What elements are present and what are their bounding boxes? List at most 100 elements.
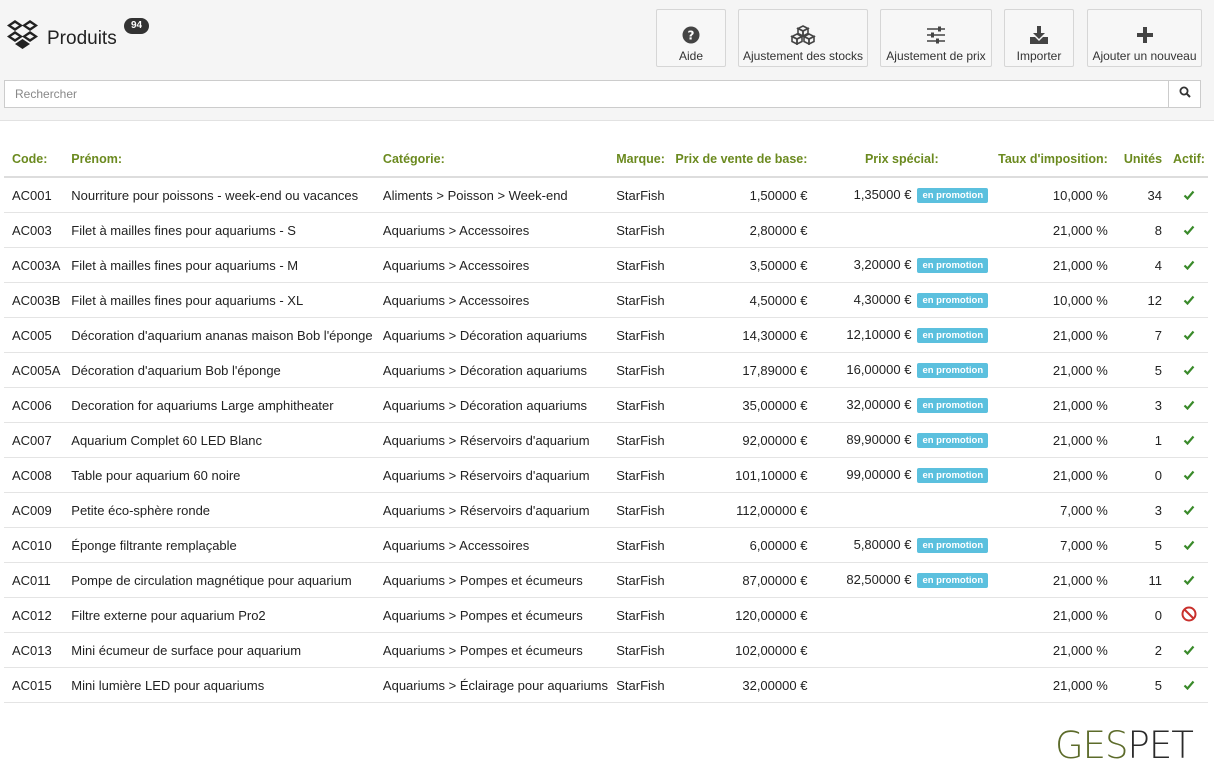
cell-active[interactable] — [1170, 492, 1208, 528]
special-price-value: 4,30000 € — [853, 291, 912, 307]
check-icon — [1183, 573, 1195, 588]
col-header-special-price[interactable]: Prix spécial: — [815, 142, 989, 178]
cell-special-price: 3,20000 € en promotion — [815, 247, 989, 283]
col-header-name[interactable]: Prénom: — [63, 142, 375, 178]
cell-base-price: 32,00000 € — [667, 667, 816, 703]
special-price-value: 1,35000 € — [853, 186, 912, 202]
cell-code: AC003 — [4, 212, 64, 248]
cell-special-price: 16,00000 € en promotion — [815, 352, 989, 388]
cell-active[interactable] — [1170, 282, 1208, 318]
add-new-button[interactable]: Ajouter un nouveau — [1087, 9, 1202, 67]
cell-active[interactable] — [1170, 212, 1208, 248]
table-row[interactable]: AC013 Mini écumeur de surface pour aquari… — [4, 632, 1208, 668]
plus-icon — [1136, 25, 1153, 45]
promo-badge: en promotion — [917, 398, 989, 414]
cell-active[interactable] — [1170, 562, 1208, 598]
cell-active[interactable] — [1170, 177, 1208, 213]
cell-code: AC013 — [4, 632, 64, 668]
cell-active[interactable] — [1170, 597, 1208, 633]
table-row[interactable]: AC006 Decoration for aquariums Large amph… — [4, 387, 1208, 423]
col-header-base-price[interactable]: Prix de vente de base: — [667, 142, 816, 178]
cell-category: Aquariums > Décoration aquariums — [374, 352, 609, 388]
table-row[interactable]: AC003B Filet à mailles fines pour aquariu… — [4, 282, 1208, 318]
cell-brand: StarFish — [608, 282, 668, 318]
table-header-row: Code: Prénom: Catégorie: Marque: Prix de… — [4, 142, 1208, 178]
check-icon — [1183, 398, 1195, 413]
cell-brand: StarFish — [608, 667, 668, 703]
col-header-code[interactable]: Code: — [4, 142, 64, 178]
cell-base-price: 112,00000 € — [667, 492, 816, 528]
cell-base-price: 92,00000 € — [667, 422, 816, 458]
help-button[interactable]: ? Aide — [656, 9, 726, 67]
check-icon — [1183, 328, 1195, 343]
download-icon — [1029, 25, 1049, 45]
price-adjust-label: Ajustement de prix — [886, 49, 986, 63]
cell-active[interactable] — [1170, 387, 1208, 423]
cell-units: 11 — [1115, 562, 1171, 598]
svg-text:?: ? — [688, 29, 695, 43]
cell-active[interactable] — [1170, 422, 1208, 458]
check-icon — [1183, 643, 1195, 658]
search-button[interactable] — [1168, 81, 1200, 107]
dropbox-icon — [6, 18, 39, 55]
table-row[interactable]: AC012 Filtre externe pour aquarium Pro2 Aq… — [4, 597, 1208, 633]
cell-special-price — [815, 597, 989, 633]
products-table: Code: Prénom: Catégorie: Marque: Prix de… — [4, 142, 1208, 703]
cell-tax: 10,000 % — [988, 282, 1116, 318]
stock-adjust-button[interactable]: Ajustement des stocks — [738, 9, 868, 67]
cell-category: Aquariums > Décoration aquariums — [374, 387, 609, 423]
table-row[interactable]: AC010 Éponge filtrante remplaçable Aquariu… — [4, 527, 1208, 563]
cell-active[interactable] — [1170, 457, 1208, 493]
cell-active[interactable] — [1170, 247, 1208, 283]
cell-tax: 21,000 % — [988, 562, 1116, 598]
table-row[interactable]: AC015 Mini lumière LED pour aquariums Aqua… — [4, 667, 1208, 703]
cell-code: AC015 — [4, 667, 64, 703]
logo-text-pet: PET — [1127, 724, 1194, 767]
table-row[interactable]: AC009 Petite éco-sphère ronde Aquariums > … — [4, 492, 1208, 528]
search-input[interactable] — [5, 81, 1171, 107]
cell-tax: 21,000 % — [988, 422, 1116, 458]
col-header-category[interactable]: Catégorie: — [374, 142, 609, 178]
table-row[interactable]: AC003 Filet à mailles fines pour aquarium… — [4, 212, 1208, 248]
cell-category: Aquariums > Pompes et écumeurs — [374, 562, 609, 598]
table-row[interactable]: AC001 Nourriture pour poissons - week-end… — [4, 177, 1208, 213]
cell-active[interactable] — [1170, 667, 1208, 703]
cell-category: Aquariums > Pompes et écumeurs — [374, 632, 609, 668]
cell-units: 3 — [1115, 387, 1171, 423]
special-price-value: 32,00000 € — [846, 396, 912, 412]
table-row[interactable]: AC005 Décoration d'aquarium ananas maison… — [4, 317, 1208, 353]
import-button[interactable]: Importer — [1004, 9, 1074, 67]
cell-code: AC005 — [4, 317, 64, 353]
cell-brand: StarFish — [608, 247, 668, 283]
table-row[interactable]: AC007 Aquarium Complet 60 LED Blanc Aquari… — [4, 422, 1208, 458]
table-row[interactable]: AC003A Filet à mailles fines pour aquariu… — [4, 247, 1208, 283]
cell-units: 7 — [1115, 317, 1171, 353]
stock-adjust-label: Ajustement des stocks — [742, 49, 864, 63]
cell-active[interactable] — [1170, 352, 1208, 388]
cell-category: Aliments > Poisson > Week-end — [374, 177, 609, 213]
cell-name: Decoration for aquariums Large amphithea… — [63, 387, 375, 423]
special-price-value: 99,00000 € — [846, 466, 912, 482]
cell-special-price — [815, 492, 989, 528]
col-header-active[interactable]: Actif: — [1170, 142, 1208, 178]
col-header-units[interactable]: Unités — [1115, 142, 1171, 178]
price-adjust-button[interactable]: Ajustement de prix — [880, 9, 992, 67]
cell-active[interactable] — [1170, 317, 1208, 353]
cell-units: 5 — [1115, 527, 1171, 563]
table-row[interactable]: AC005A Décoration d'aquarium Bob l'éponge… — [4, 352, 1208, 388]
cell-active[interactable] — [1170, 632, 1208, 668]
cell-brand: StarFish — [608, 632, 668, 668]
cell-category: Aquariums > Pompes et écumeurs — [374, 597, 609, 633]
table-row[interactable]: AC008 Table pour aquarium 60 noire Aquariu… — [4, 457, 1208, 493]
table-row[interactable]: AC011 Pompe de circulation magnétique pou… — [4, 562, 1208, 598]
special-price-value: 16,00000 € — [846, 361, 912, 377]
cell-category: Aquariums > Accessoires — [374, 527, 609, 563]
col-header-brand[interactable]: Marque: — [608, 142, 668, 178]
cell-active[interactable] — [1170, 527, 1208, 563]
cell-code: AC007 — [4, 422, 64, 458]
col-header-tax[interactable]: Taux d'imposition: — [988, 142, 1116, 178]
sliders-icon — [926, 25, 946, 45]
cell-category: Aquariums > Réservoirs d'aquarium — [374, 492, 609, 528]
check-icon — [1183, 433, 1195, 448]
cell-units: 34 — [1115, 177, 1171, 213]
